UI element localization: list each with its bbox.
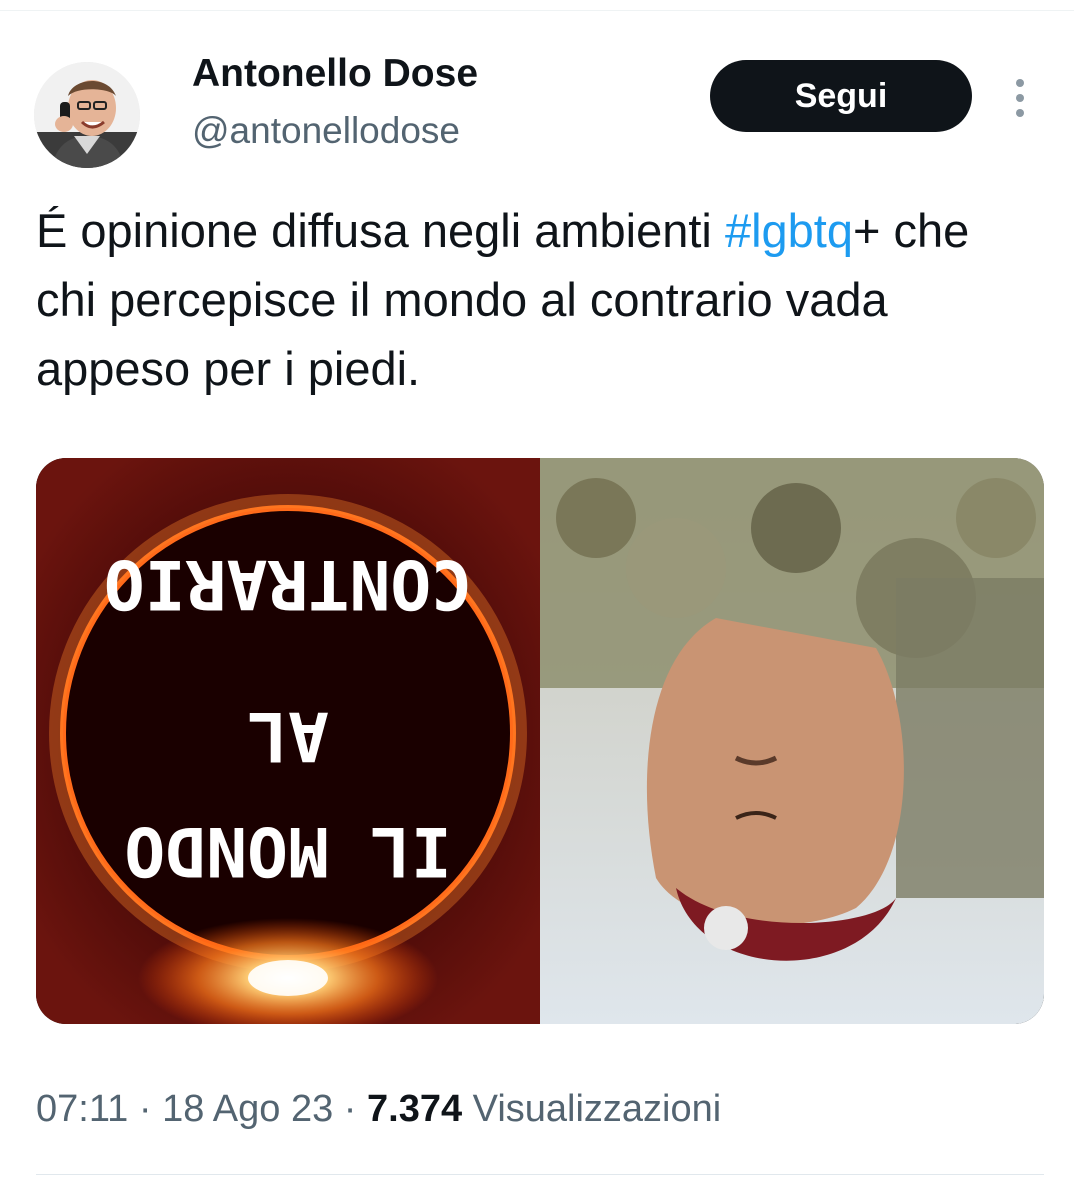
meme-text-line3: IL MONDO [124, 811, 452, 890]
tweet-meta: 07:11 · 18 Ago 23 · 7.374 Visualizzazion… [36, 1088, 721, 1131]
more-vertical-icon-dot [1016, 109, 1024, 117]
author-display-name[interactable]: Antonello Dose [192, 52, 478, 96]
tweet-text: É opinione diffusa negli ambienti #lgbtq… [36, 196, 1036, 403]
bottom-divider [36, 1174, 1044, 1175]
top-divider [0, 10, 1074, 11]
meta-separator: · [333, 1088, 368, 1130]
more-vertical-icon-dot [1016, 94, 1024, 102]
tweet-text-part: É opinione diffusa negli ambienti [36, 204, 725, 257]
avatar-image [34, 62, 140, 168]
tweet-date[interactable]: 18 Ago 23 [162, 1088, 333, 1130]
follow-button[interactable]: Segui [710, 60, 972, 132]
meta-separator: · [128, 1088, 163, 1130]
photo-face [646, 618, 904, 925]
media-image: CONTRARIO AL IL MONDO [36, 458, 1044, 1024]
tweet-time[interactable]: 07:11 [36, 1088, 128, 1130]
meme-text-line1: CONTRARIO [104, 544, 472, 623]
author-handle[interactable]: @antonellodose [192, 110, 460, 152]
avatar[interactable] [34, 62, 140, 168]
views-label[interactable]: Visualizzazioni [462, 1088, 722, 1130]
more-vertical-icon [1016, 79, 1024, 87]
meme-text-line2: AL [247, 696, 329, 775]
views-count[interactable]: 7.374 [367, 1088, 462, 1130]
tweet-media[interactable]: CONTRARIO AL IL MONDO [36, 458, 1044, 1024]
hashtag-link[interactable]: #lgbtq [725, 204, 853, 257]
more-options-button[interactable] [1000, 70, 1040, 126]
